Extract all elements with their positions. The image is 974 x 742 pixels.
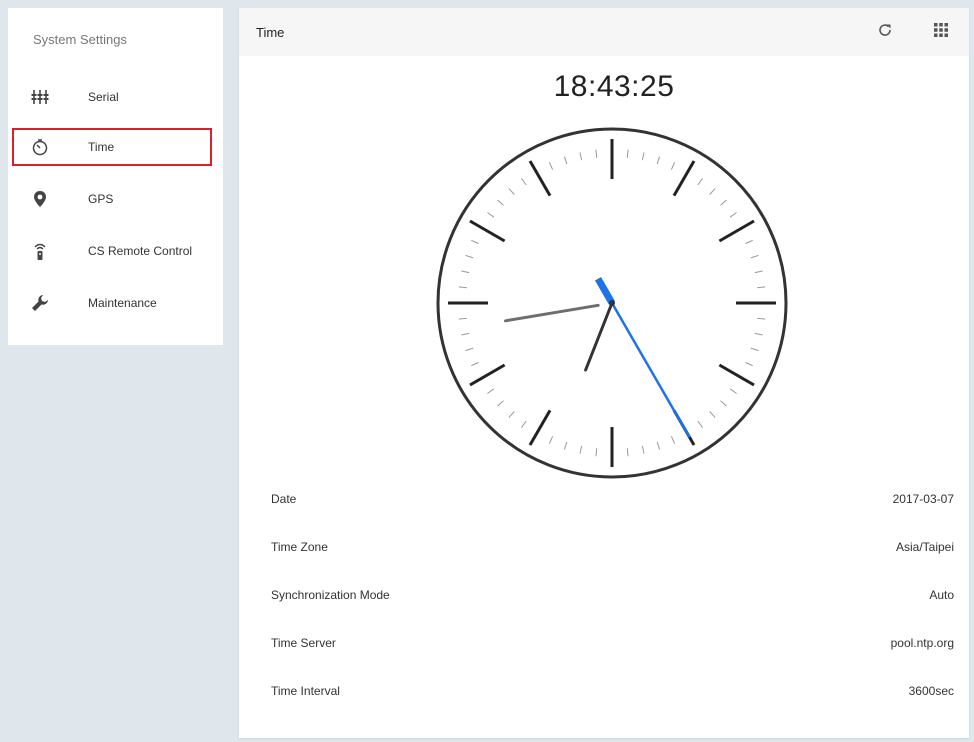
sidebar-item-label: Maintenance bbox=[88, 296, 157, 310]
sidebar-item-maintenance[interactable]: Maintenance bbox=[12, 284, 212, 322]
clock-center bbox=[609, 300, 615, 306]
timer-icon bbox=[30, 137, 50, 157]
detail-value: Auto bbox=[929, 588, 954, 602]
page-title: Time bbox=[256, 25, 285, 40]
detail-label: Time Interval bbox=[271, 684, 340, 698]
sidebar-item-label: CS Remote Control bbox=[88, 244, 193, 258]
apps-button[interactable] bbox=[931, 22, 951, 42]
sidebar-item-serial[interactable]: Serial bbox=[12, 78, 212, 116]
detail-label: Time Server bbox=[271, 636, 336, 650]
sidebar-item-label: Serial bbox=[88, 90, 119, 104]
detail-row-sync-mode: Synchronization Mode Auto bbox=[271, 588, 954, 610]
digital-time: 18:43:25 bbox=[553, 70, 675, 103]
detail-value: 3600sec bbox=[908, 684, 954, 698]
refresh-button[interactable] bbox=[875, 22, 895, 42]
detail-label: Synchronization Mode bbox=[271, 588, 390, 602]
remote-control-icon bbox=[30, 241, 50, 261]
analog-clock bbox=[436, 127, 788, 479]
detail-row-time-interval: Time Interval 3600sec bbox=[271, 684, 954, 706]
detail-row-time-server: Time Server pool.ntp.org bbox=[271, 636, 954, 658]
detail-row-date: Date 2017-03-07 bbox=[271, 492, 954, 514]
detail-label: Date bbox=[271, 492, 297, 506]
detail-value: pool.ntp.org bbox=[890, 636, 954, 650]
sidebar-item-label: Time bbox=[88, 140, 115, 154]
serial-equalizer-icon bbox=[30, 87, 50, 107]
panel-header: Time bbox=[239, 8, 969, 56]
sidebar-item-cs-remote-control[interactable]: CS Remote Control bbox=[12, 232, 212, 270]
detail-row-time-zone: Time Zone Asia/Taipei bbox=[271, 540, 954, 562]
main-panel: Time 18:43:25 Date 2017-03-07 Time Zone … bbox=[239, 8, 969, 738]
sidebar-item-label: GPS bbox=[88, 192, 114, 206]
detail-value: 2017-03-07 bbox=[892, 492, 954, 506]
wrench-icon bbox=[30, 293, 50, 313]
apps-grid-icon bbox=[933, 22, 949, 43]
location-pin-icon bbox=[30, 189, 50, 209]
detail-value: Asia/Taipei bbox=[895, 540, 954, 554]
sidebar: System Settings Serial Time GPS CS Remot… bbox=[8, 8, 223, 345]
sidebar-title: System Settings bbox=[33, 32, 127, 47]
refresh-icon bbox=[877, 22, 893, 43]
sidebar-item-gps[interactable]: GPS bbox=[12, 180, 212, 218]
detail-label: Time Zone bbox=[271, 540, 328, 554]
sidebar-item-time[interactable]: Time bbox=[12, 128, 212, 166]
